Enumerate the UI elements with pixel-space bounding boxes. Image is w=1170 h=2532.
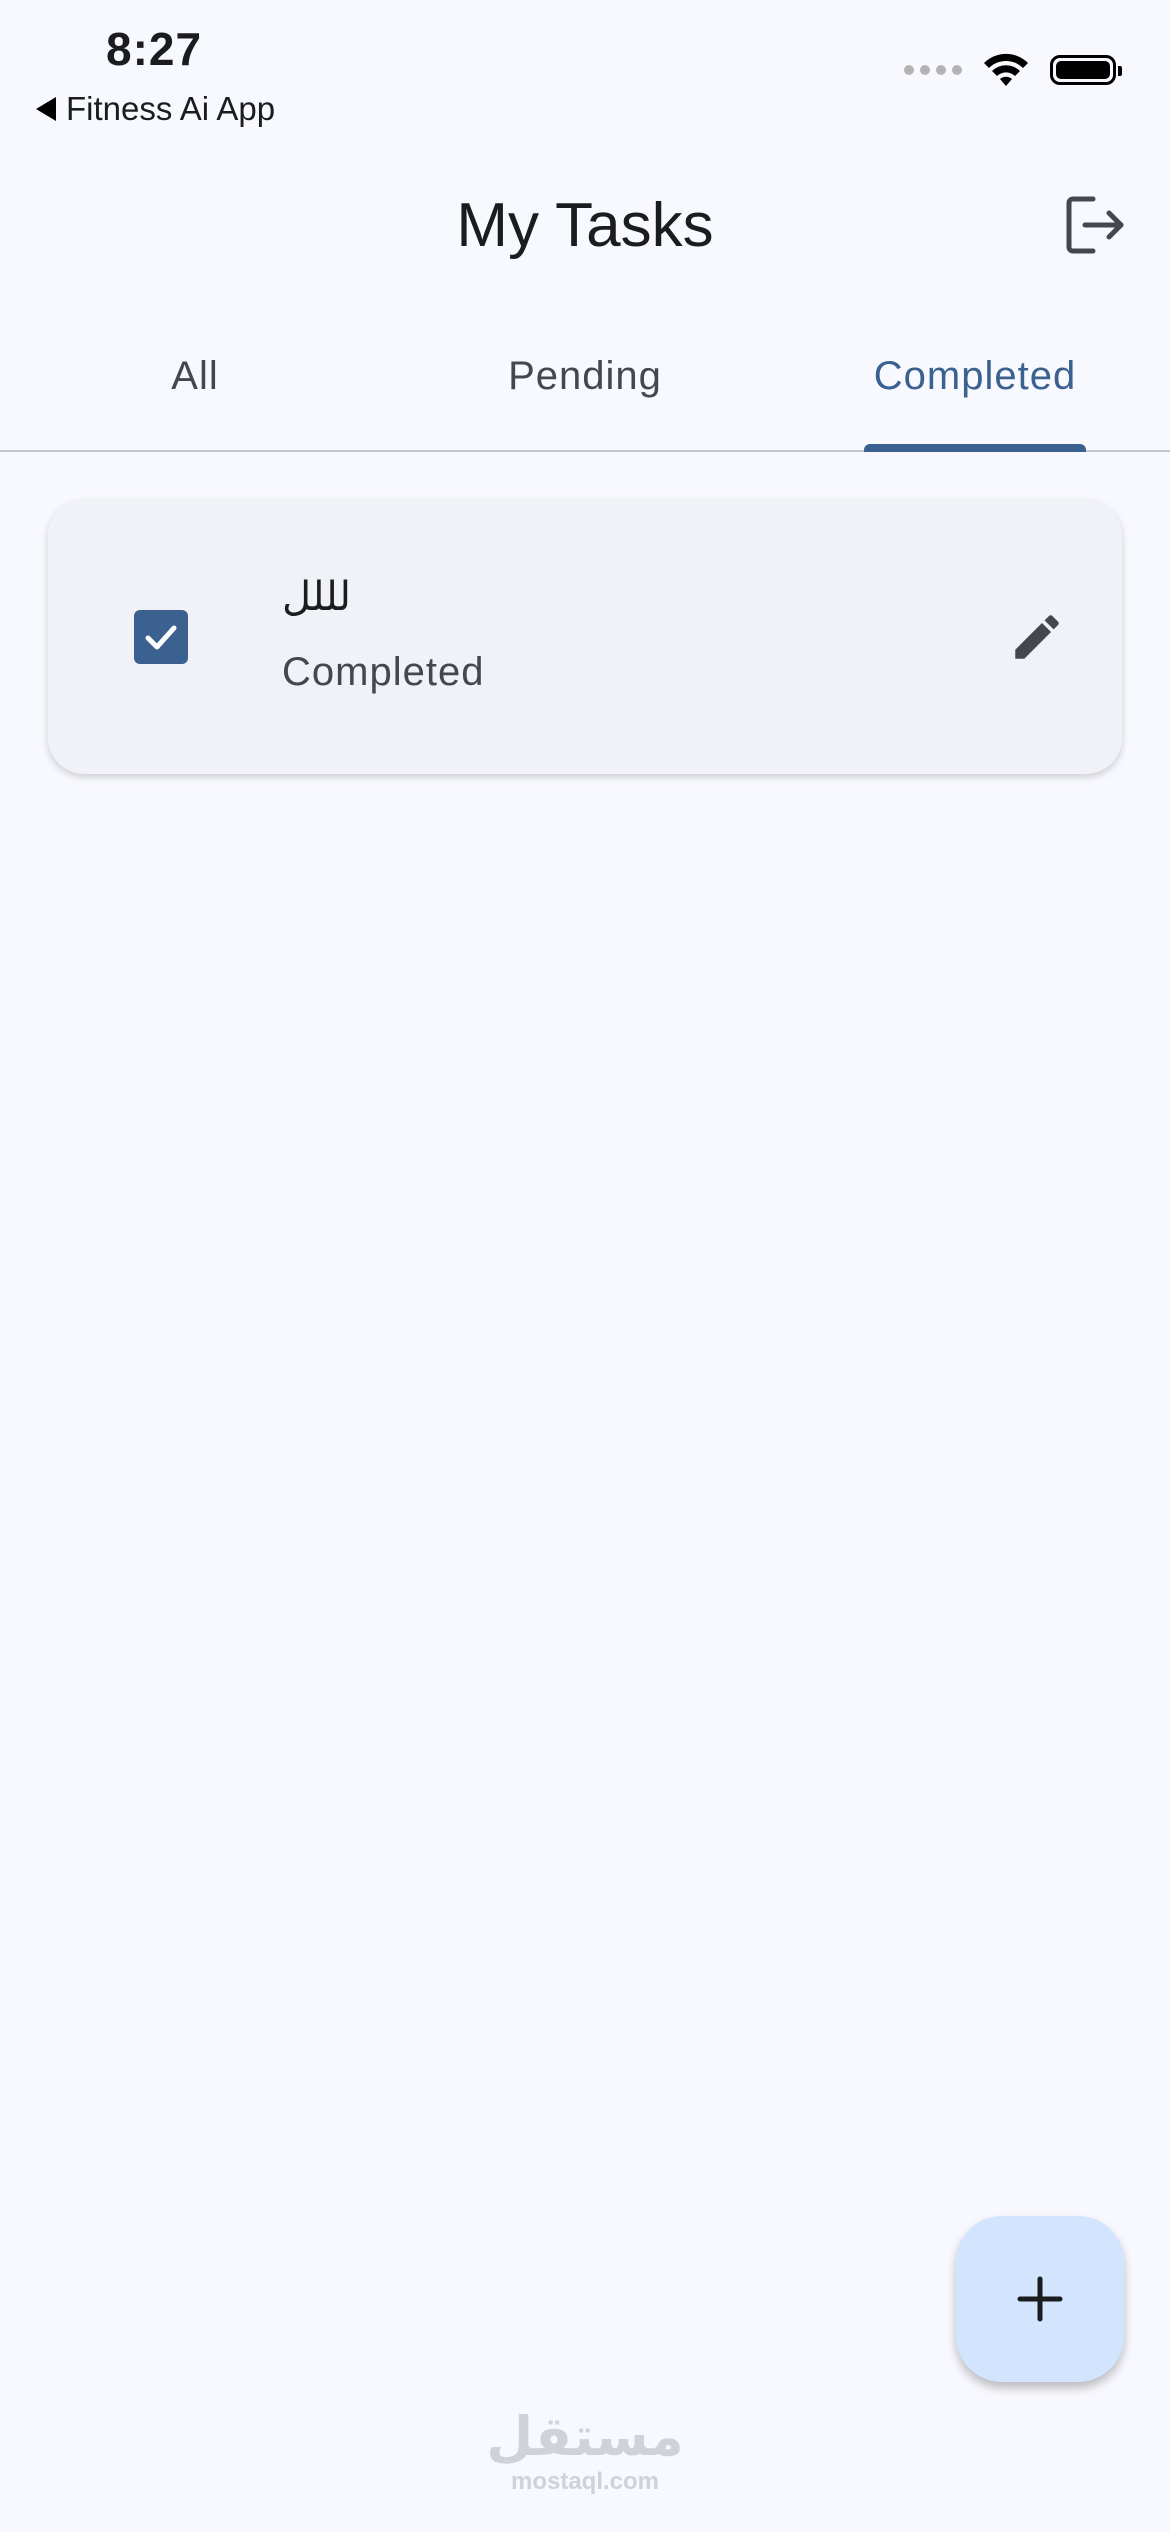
status-time: 8:27 xyxy=(106,23,203,75)
task-checkbox[interactable] xyxy=(134,610,188,664)
add-task-button[interactable] xyxy=(956,2216,1124,2382)
tab-label: All xyxy=(171,354,219,398)
active-tab-indicator xyxy=(864,444,1086,452)
watermark-latin: mostaql.com xyxy=(510,2468,660,2495)
tab-label: Completed xyxy=(873,354,1077,398)
page-title: My Tasks xyxy=(456,191,714,260)
tab-label: Pending xyxy=(508,354,662,398)
task-status: Completed xyxy=(282,650,485,694)
check-icon xyxy=(145,625,177,650)
logout-icon xyxy=(1066,196,1124,254)
back-to-app-link[interactable]: Fitness Ai App xyxy=(36,90,275,128)
tab-completed[interactable]: Completed xyxy=(780,330,1170,452)
cellular-signal-icon xyxy=(904,65,962,75)
watermark: مستقل mostaql.com xyxy=(0,2410,1170,2496)
back-app-label: Fitness Ai App xyxy=(66,90,276,127)
task-card[interactable]: لللل Completed xyxy=(48,500,1122,774)
plus-icon xyxy=(1017,2276,1063,2322)
tab-all[interactable]: All xyxy=(0,330,390,450)
watermark-arabic: مستقل xyxy=(486,2405,684,2468)
edit-task-button[interactable] xyxy=(1000,600,1074,674)
app-bar: My Tasks xyxy=(0,160,1170,290)
status-icons xyxy=(904,52,1122,88)
tab-bar: All Pending Completed xyxy=(0,330,1170,452)
task-title: لللل xyxy=(282,574,351,620)
status-bar: 8:27 Fitness Ai App xyxy=(0,0,1170,140)
tab-pending[interactable]: Pending xyxy=(390,330,780,450)
battery-icon xyxy=(1050,55,1122,85)
wifi-icon xyxy=(984,53,1028,86)
logout-button[interactable] xyxy=(1058,188,1132,262)
pencil-icon xyxy=(1015,615,1059,659)
back-arrow-icon xyxy=(36,97,56,121)
